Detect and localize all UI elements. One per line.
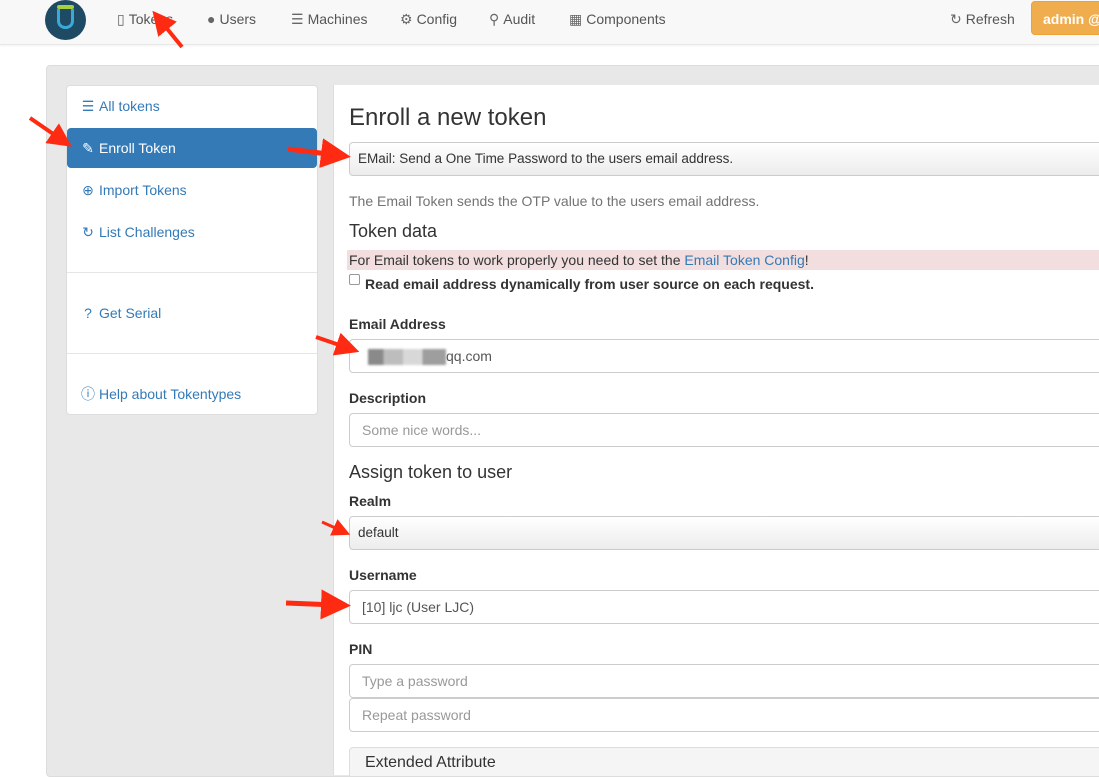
mobile-icon: ▯ [117,11,125,27]
username-label: Username [349,567,417,583]
gear-icon: ⚙ [400,11,413,27]
sidebar-item-all-tokens[interactable]: ☰ All tokens [67,86,317,126]
refresh-icon: ↻ [82,224,94,240]
calendar-icon: ▦ [569,11,583,27]
alert-text: For Email tokens to work properly you ne… [349,252,685,268]
token-data-heading: Token data [349,221,438,241]
redacted-email-prefix [368,349,446,366]
sidebar-divider [67,272,317,273]
nav-tokens-label: Tokens [128,11,174,27]
dynamic-email-label: Read email address dynamically from user… [365,276,814,292]
token-type-select[interactable]: EMail: Send a One Time Password to the u… [349,142,1099,176]
edit-icon: ✎ [82,140,94,156]
sidebar-item-import-tokens[interactable]: ⊕ Import Tokens [67,170,317,210]
search-icon: ⚲ [489,11,500,27]
alert-end: ! [804,252,809,268]
upload-icon: ⊕ [82,182,94,198]
sidebar: ☰ All tokens ✎ Enroll Token ⊕ Import Tokens… [66,85,318,415]
refresh-button[interactable]: ↻ Refresh [950,0,1015,38]
refresh-icon: ↻ [950,11,962,27]
nav-components-label: Components [586,11,666,27]
nav-machines-label: Machines [307,11,368,27]
sidebar-item-label: Enroll Token [99,140,176,156]
dynamic-email-checkbox[interactable] [349,274,360,285]
sidebar-item-label: Help about Tokentypes [99,386,242,402]
pin-repeat-input[interactable]: Repeat password [349,698,1099,732]
pin-input[interactable]: Type a password [349,664,1099,698]
sidebar-item-enroll-token[interactable]: ✎ Enroll Token [67,128,317,168]
sidebar-item-label: All tokens [99,98,160,114]
sidebar-item-list-challenges[interactable]: ↻ List Challenges [67,212,317,252]
user-icon: ● [207,11,216,27]
username-input[interactable]: [10] ljc (User LJC) [349,590,1099,624]
info-icon: ⓘ [81,386,95,402]
assign-user-heading: Assign token to user [349,462,513,482]
nav-users[interactable]: ● Users [207,0,256,38]
nav-audit[interactable]: ⚲ Audit [489,0,535,38]
question-icon: ? [84,305,92,321]
admin-menu-button[interactable]: admin @ [1031,1,1099,35]
nav-audit-label: Audit [503,11,536,27]
email-token-config-link[interactable]: Email Token Config [684,252,804,268]
nav-config-label: Config [416,11,458,27]
server-icon: ☰ [291,11,304,27]
sidebar-item-label: List Challenges [99,224,195,240]
nav-users-label: Users [219,11,257,27]
pin-label: PIN [349,641,373,657]
logo-cup-icon [57,9,74,29]
refresh-label: Refresh [965,11,1015,27]
realm-select[interactable]: default [349,516,1099,550]
sidebar-item-label: Get Serial [99,305,162,321]
sidebar-item-help-tokentypes[interactable]: ⓘ Help about Tokentypes [67,374,317,414]
token-type-help: The Email Token sends the OTP value to t… [349,193,760,209]
list-icon: ☰ [81,98,95,114]
email-value-suffix: qq.com [446,348,492,364]
email-address-label: Email Address [349,316,446,332]
extended-attributes-panel[interactable]: Extended Attribute [349,747,1099,777]
description-label: Description [349,390,427,406]
realm-label: Realm [349,493,392,509]
description-input[interactable]: Some nice words... [349,413,1099,447]
nav-components[interactable]: ▦ Components [569,0,666,38]
privacyidea-logo[interactable] [45,0,86,40]
sidebar-item-get-serial[interactable]: ? Get Serial [67,293,317,333]
nav-config[interactable]: ⚙ Config [400,0,457,38]
email-address-input[interactable]: qq.com [349,339,1099,373]
nav-tokens[interactable]: ▯ Tokens [117,0,173,38]
email-config-alert: For Email tokens to work properly you ne… [347,250,1099,270]
sidebar-divider [67,353,317,354]
nav-machines[interactable]: ☰ Machines [291,0,367,38]
sidebar-item-label: Import Tokens [99,182,187,198]
top-navbar: ▯ Tokens ● Users ☰ Machines ⚙ Config ⚲ Audit … [0,0,1099,45]
page-title: Enroll a new token [349,104,547,131]
